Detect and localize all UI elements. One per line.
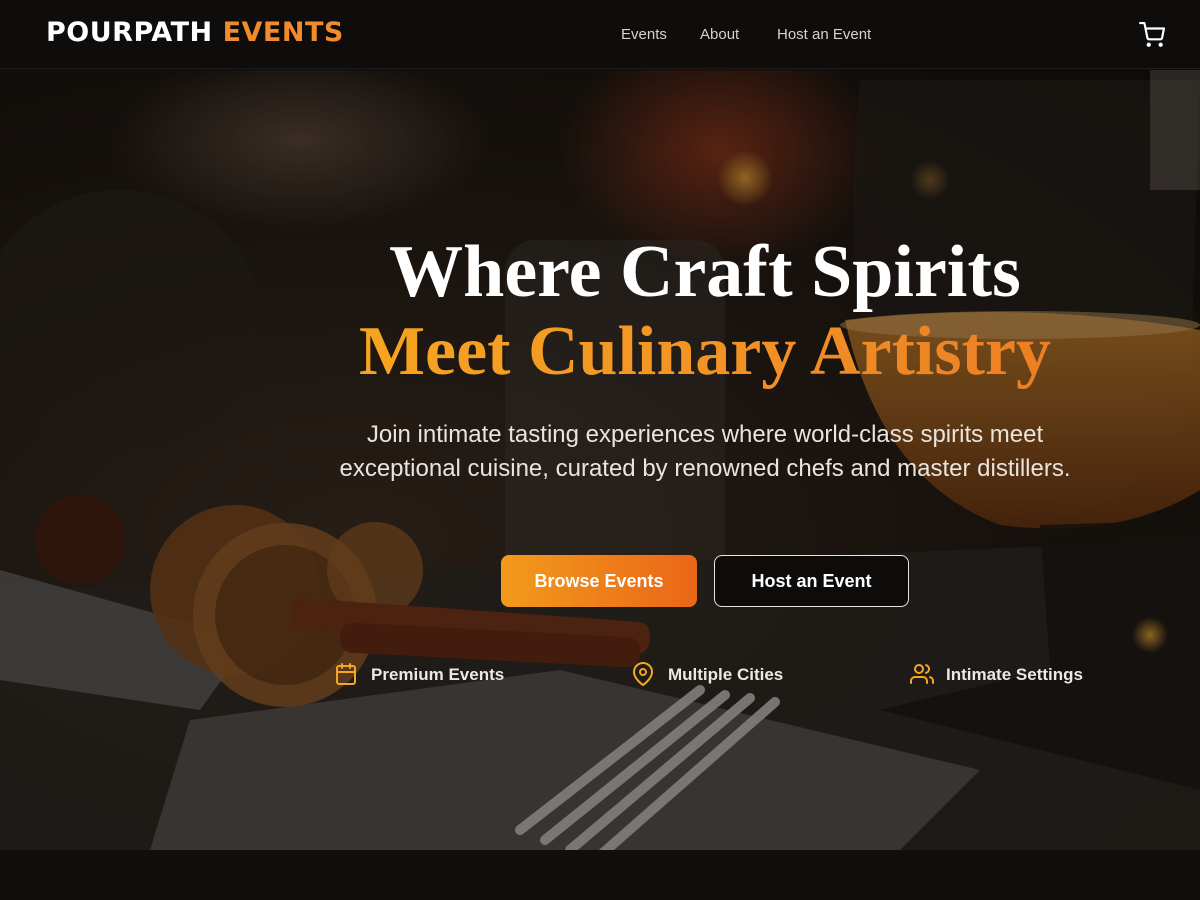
map-pin-icon	[633, 662, 653, 686]
feature-label: Intimate Settings	[946, 665, 1083, 684]
users-icon	[910, 664, 934, 684]
calendar-icon	[336, 663, 356, 685]
next-section-edge	[0, 850, 1200, 900]
hero-title-line-1: Where Craft Spirits	[389, 231, 1021, 313]
top-navigation: POURPATH EVENTS Events About Host an Even…	[0, 0, 1200, 69]
hero-subtitle: Join intimate tasting experiences where …	[339, 421, 1071, 482]
nav-links: Events About Host an Event	[0, 26, 1200, 46]
nav-link-host-an-event[interactable]: Host an Event	[777, 26, 871, 43]
feature-label: Premium Events	[371, 665, 505, 684]
feature-label: Multiple Cities	[668, 665, 784, 684]
hero-title-line-2: Meet Culinary Artistry	[300, 312, 1110, 392]
browse-events-button[interactable]: Browse Events	[501, 555, 697, 607]
nav-link-about[interactable]: About	[700, 26, 739, 43]
shopping-cart-icon[interactable]	[1139, 22, 1165, 48]
hero-section: Where Craft Spirits Meet Culinary Artist…	[0, 70, 1200, 850]
host-an-event-button[interactable]: Host an Event	[714, 555, 909, 607]
nav-link-events[interactable]: Events	[621, 26, 667, 43]
